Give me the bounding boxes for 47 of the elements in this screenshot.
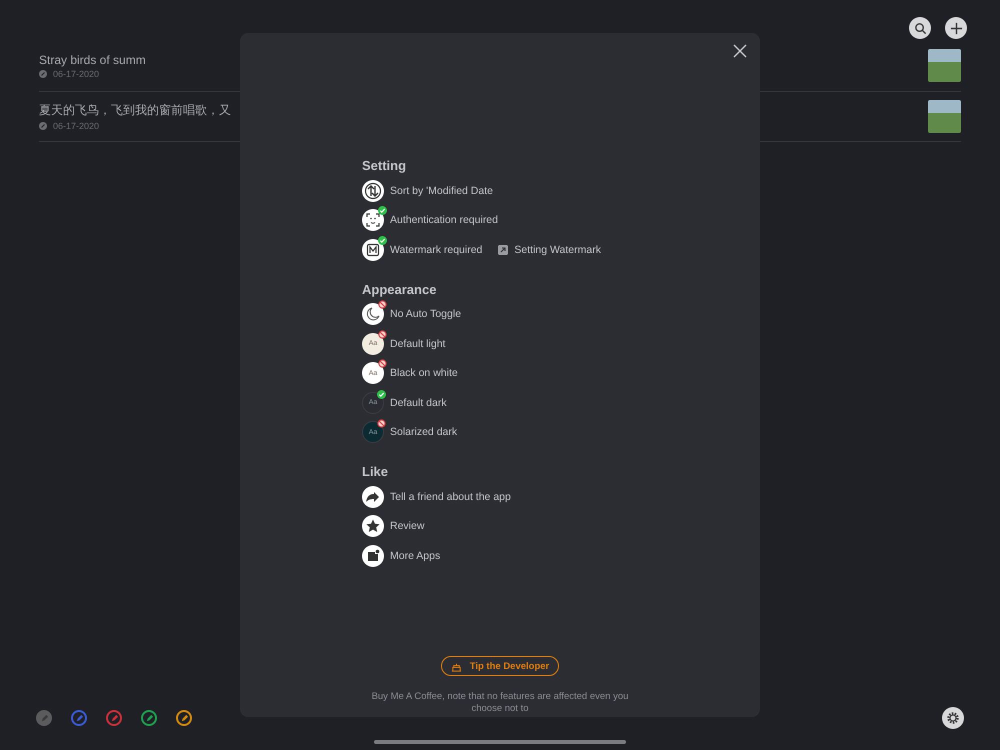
face-scan-icon[interactable] — [362, 209, 384, 232]
option-label[interactable]: Tell a friend about the app — [390, 490, 511, 503]
close-button[interactable] — [733, 44, 747, 58]
setting-watermark-link[interactable]: Setting Watermark — [514, 244, 601, 256]
photo-placeholder — [928, 49, 961, 82]
option-label[interactable]: Default light — [390, 338, 446, 350]
pen-badge-icon — [39, 70, 47, 78]
settings-button[interactable] — [942, 707, 964, 729]
option-label[interactable]: No Auto Toggle — [390, 308, 462, 320]
pen-color-button[interactable] — [106, 710, 122, 726]
section-heading: Appearance — [362, 280, 438, 299]
sort-arrows-icon[interactable] — [362, 180, 384, 202]
option-label[interactable]: Default dark — [390, 396, 447, 409]
moon-icon[interactable] — [362, 303, 384, 326]
note-date: 06-17-2020 — [53, 120, 100, 131]
tip-developer-button[interactable]: Tip the Developer — [440, 656, 560, 676]
external-link-icon[interactable] — [498, 244, 508, 255]
option-label[interactable]: Watermark required — [390, 244, 482, 256]
letter-m-icon[interactable] — [362, 238, 384, 261]
option-label[interactable]: Review — [390, 520, 424, 532]
section-heading: Like — [362, 463, 390, 481]
plus-icon[interactable] — [950, 22, 962, 34]
pen-color-button[interactable] — [71, 710, 87, 726]
search-button[interactable] — [909, 17, 931, 39]
option-label[interactable]: Black on white — [390, 367, 458, 380]
option-label[interactable]: Sort by 'Modified Date — [390, 184, 493, 197]
pen-color-button[interactable] — [141, 710, 157, 726]
note-title[interactable]: 夏天的飞鸟，飞到我的窗前唱歌，又 — [39, 102, 231, 119]
pen-badge-icon — [39, 122, 47, 130]
search-icon[interactable] — [914, 22, 926, 34]
pen-color-button[interactable] — [36, 710, 52, 726]
pen-icon[interactable] — [144, 714, 154, 722]
pen-icon[interactable] — [110, 714, 118, 722]
section-heading: Setting — [362, 157, 408, 175]
pen-icon[interactable] — [74, 714, 84, 722]
option-label[interactable]: Solarized dark — [390, 426, 458, 438]
tip-note: Buy Me A Coffee, note that no features are affected even you choose not to — [370, 691, 630, 714]
add-button[interactable] — [945, 17, 967, 39]
note-date: 06-17-2020 — [53, 68, 100, 79]
photo-placeholder — [928, 100, 961, 133]
option-label[interactable]: Authentication required — [390, 214, 498, 226]
pen-icon[interactable] — [180, 714, 188, 722]
option-label[interactable]: More Apps — [390, 550, 440, 562]
pen-color-button[interactable] — [176, 710, 192, 726]
settings-icon[interactable] — [946, 711, 960, 725]
note-title[interactable]: Stray birds of summ — [39, 52, 146, 67]
apps-icon[interactable] — [362, 544, 384, 567]
